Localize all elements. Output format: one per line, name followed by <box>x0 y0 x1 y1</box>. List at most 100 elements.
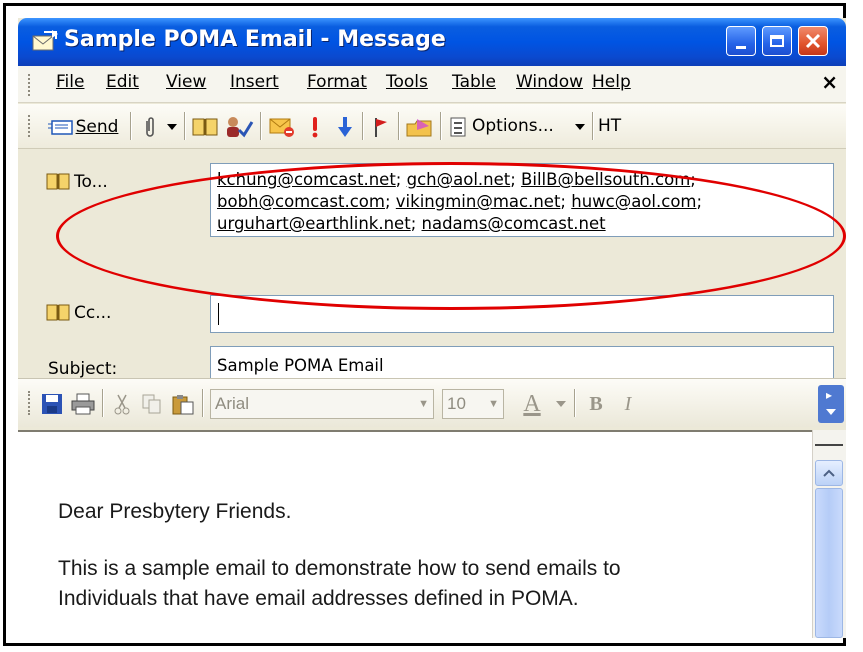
send-icon <box>47 120 73 135</box>
minimize-icon <box>736 45 746 49</box>
recipient[interactable]: gch@aol.net <box>407 170 511 189</box>
options-dropdown-button[interactable] <box>572 114 588 140</box>
cc-button[interactable]: Cc... <box>46 303 111 323</box>
text-caret <box>218 303 219 325</box>
chevron-down-icon <box>575 124 585 130</box>
close-icon <box>805 33 821 49</box>
recipient-separator: ; <box>560 192 572 211</box>
menu-window[interactable]: Window <box>516 72 583 92</box>
menu-view[interactable]: View <box>166 72 206 92</box>
importance-high-button[interactable] <box>302 114 328 140</box>
to-recipients-line-2: bobh@comcast.com; vikingmin@mac.net; huw… <box>217 192 702 211</box>
scroll-thumb[interactable] <box>815 488 843 638</box>
recipient[interactable]: nadams@comcast.net <box>422 214 606 233</box>
format-selector[interactable]: HT <box>598 116 621 136</box>
font-color-icon: A <box>523 390 541 417</box>
block-sender-button[interactable] <box>266 114 298 140</box>
scissors-icon <box>114 394 130 415</box>
recipient[interactable]: bobh@comcast.com <box>217 192 385 211</box>
font-name-combo[interactable]: Arial ▼ <box>210 389 434 419</box>
options-icon <box>450 117 466 137</box>
menu-edit[interactable]: Edit <box>106 72 139 92</box>
menu-insert[interactable]: Insert <box>230 72 279 92</box>
toolbar-separator <box>130 112 131 140</box>
toolbar-separator <box>102 389 103 417</box>
ruler-toggle[interactable] <box>815 434 843 446</box>
cut-button[interactable] <box>108 391 136 417</box>
to-field[interactable]: kchung@comcast.net; gch@aol.net; BillB@b… <box>210 163 834 237</box>
recipient[interactable]: kchung@comcast.net <box>217 170 396 189</box>
address-book-button[interactable] <box>190 114 220 140</box>
bold-button[interactable]: B <box>582 389 610 419</box>
recipient-separator: ; <box>696 192 703 211</box>
bold-icon: B <box>589 392 603 415</box>
paperclip-icon <box>146 117 154 137</box>
cc-field[interactable] <box>210 295 834 333</box>
menubar-grip[interactable] <box>28 74 33 96</box>
save-button[interactable] <box>38 391 66 417</box>
message-body[interactable]: Dear Presbytery Friends. This is a sampl… <box>18 430 846 638</box>
italic-button[interactable]: I <box>614 389 642 419</box>
check-names-button[interactable] <box>222 114 256 140</box>
envelope-block-icon <box>269 118 294 137</box>
close-button[interactable] <box>798 26 828 56</box>
exclamation-icon <box>312 117 318 138</box>
scroll-up-button[interactable] <box>815 460 843 486</box>
font-color-dropdown[interactable] <box>554 389 568 419</box>
font-size-combo[interactable]: 10 ▼ <box>442 389 504 419</box>
address-book-icon <box>46 173 70 190</box>
toolbar-separator <box>202 389 203 417</box>
flag-icon <box>375 118 387 137</box>
maximize-button[interactable] <box>762 26 792 56</box>
toolbar-grip[interactable] <box>28 391 33 415</box>
chevron-up-icon <box>823 469 835 477</box>
address-book-icon <box>46 304 70 321</box>
chevron-down-icon: ▸ <box>826 388 836 415</box>
attach-dropdown-button[interactable] <box>164 114 180 140</box>
folder-permission-icon <box>406 119 432 137</box>
to-button[interactable]: To... <box>46 172 108 192</box>
send-label: Send <box>75 117 119 137</box>
paste-button[interactable] <box>168 391 198 417</box>
toolbar-grip[interactable] <box>28 115 33 137</box>
options-label[interactable]: Options... <box>472 116 554 136</box>
permission-button[interactable] <box>404 114 436 140</box>
menu-tools[interactable]: Tools <box>386 72 428 92</box>
close-document-button[interactable]: × <box>821 70 838 94</box>
formatting-toolbar: Arial ▼ 10 ▼ A B I ▸ <box>18 378 846 427</box>
print-button[interactable] <box>68 391 98 417</box>
importance-low-button[interactable] <box>332 114 358 140</box>
copy-button[interactable] <box>138 391 166 417</box>
toolbar-separator <box>184 112 185 140</box>
menu-help[interactable]: Help <box>592 72 631 92</box>
body-greeting: Dear Presbytery Friends. <box>58 500 292 523</box>
toolbar-separator <box>592 112 593 140</box>
font-color-button[interactable]: A <box>512 389 552 419</box>
menu-format[interactable]: Format <box>307 72 367 92</box>
options-button[interactable] <box>446 114 470 140</box>
minimize-button[interactable] <box>726 26 756 56</box>
vertical-scrollbar[interactable] <box>812 430 846 638</box>
recipient-separator: ; <box>395 170 407 189</box>
recipient[interactable]: vikingmin@mac.net <box>396 192 561 211</box>
body-line: This is a sample email to demonstrate ho… <box>58 557 621 580</box>
svg-text:▸: ▸ <box>826 388 832 402</box>
menu-file[interactable]: File <box>56 72 84 92</box>
subject-value: Sample POMA Email <box>217 356 384 375</box>
recipient[interactable]: urguhart@earthlink.net <box>217 214 411 233</box>
toolbar-options-button[interactable]: ▸ <box>818 385 844 423</box>
attach-file-button[interactable] <box>138 114 162 140</box>
follow-up-flag-button[interactable] <box>368 114 394 140</box>
recipient-separator: ; <box>410 214 422 233</box>
cc-label: Cc... <box>74 303 112 323</box>
menu-table[interactable]: Table <box>452 72 496 92</box>
menu-bar: File Edit View Insert Format Tools Table… <box>18 66 846 103</box>
to-label: To... <box>74 172 108 192</box>
recipient[interactable]: BillB@bellsouth.com <box>521 170 690 189</box>
send-button[interactable]: Send <box>38 114 128 140</box>
recipient[interactable]: huwc@aol.com <box>571 192 696 211</box>
to-recipients-line-3: urguhart@earthlink.net; nadams@comcast.n… <box>217 214 606 233</box>
body-line: Individuals that have email addresses de… <box>58 587 579 610</box>
title-bar[interactable]: Sample POMA Email - Message <box>18 18 846 66</box>
message-icon <box>32 30 58 51</box>
